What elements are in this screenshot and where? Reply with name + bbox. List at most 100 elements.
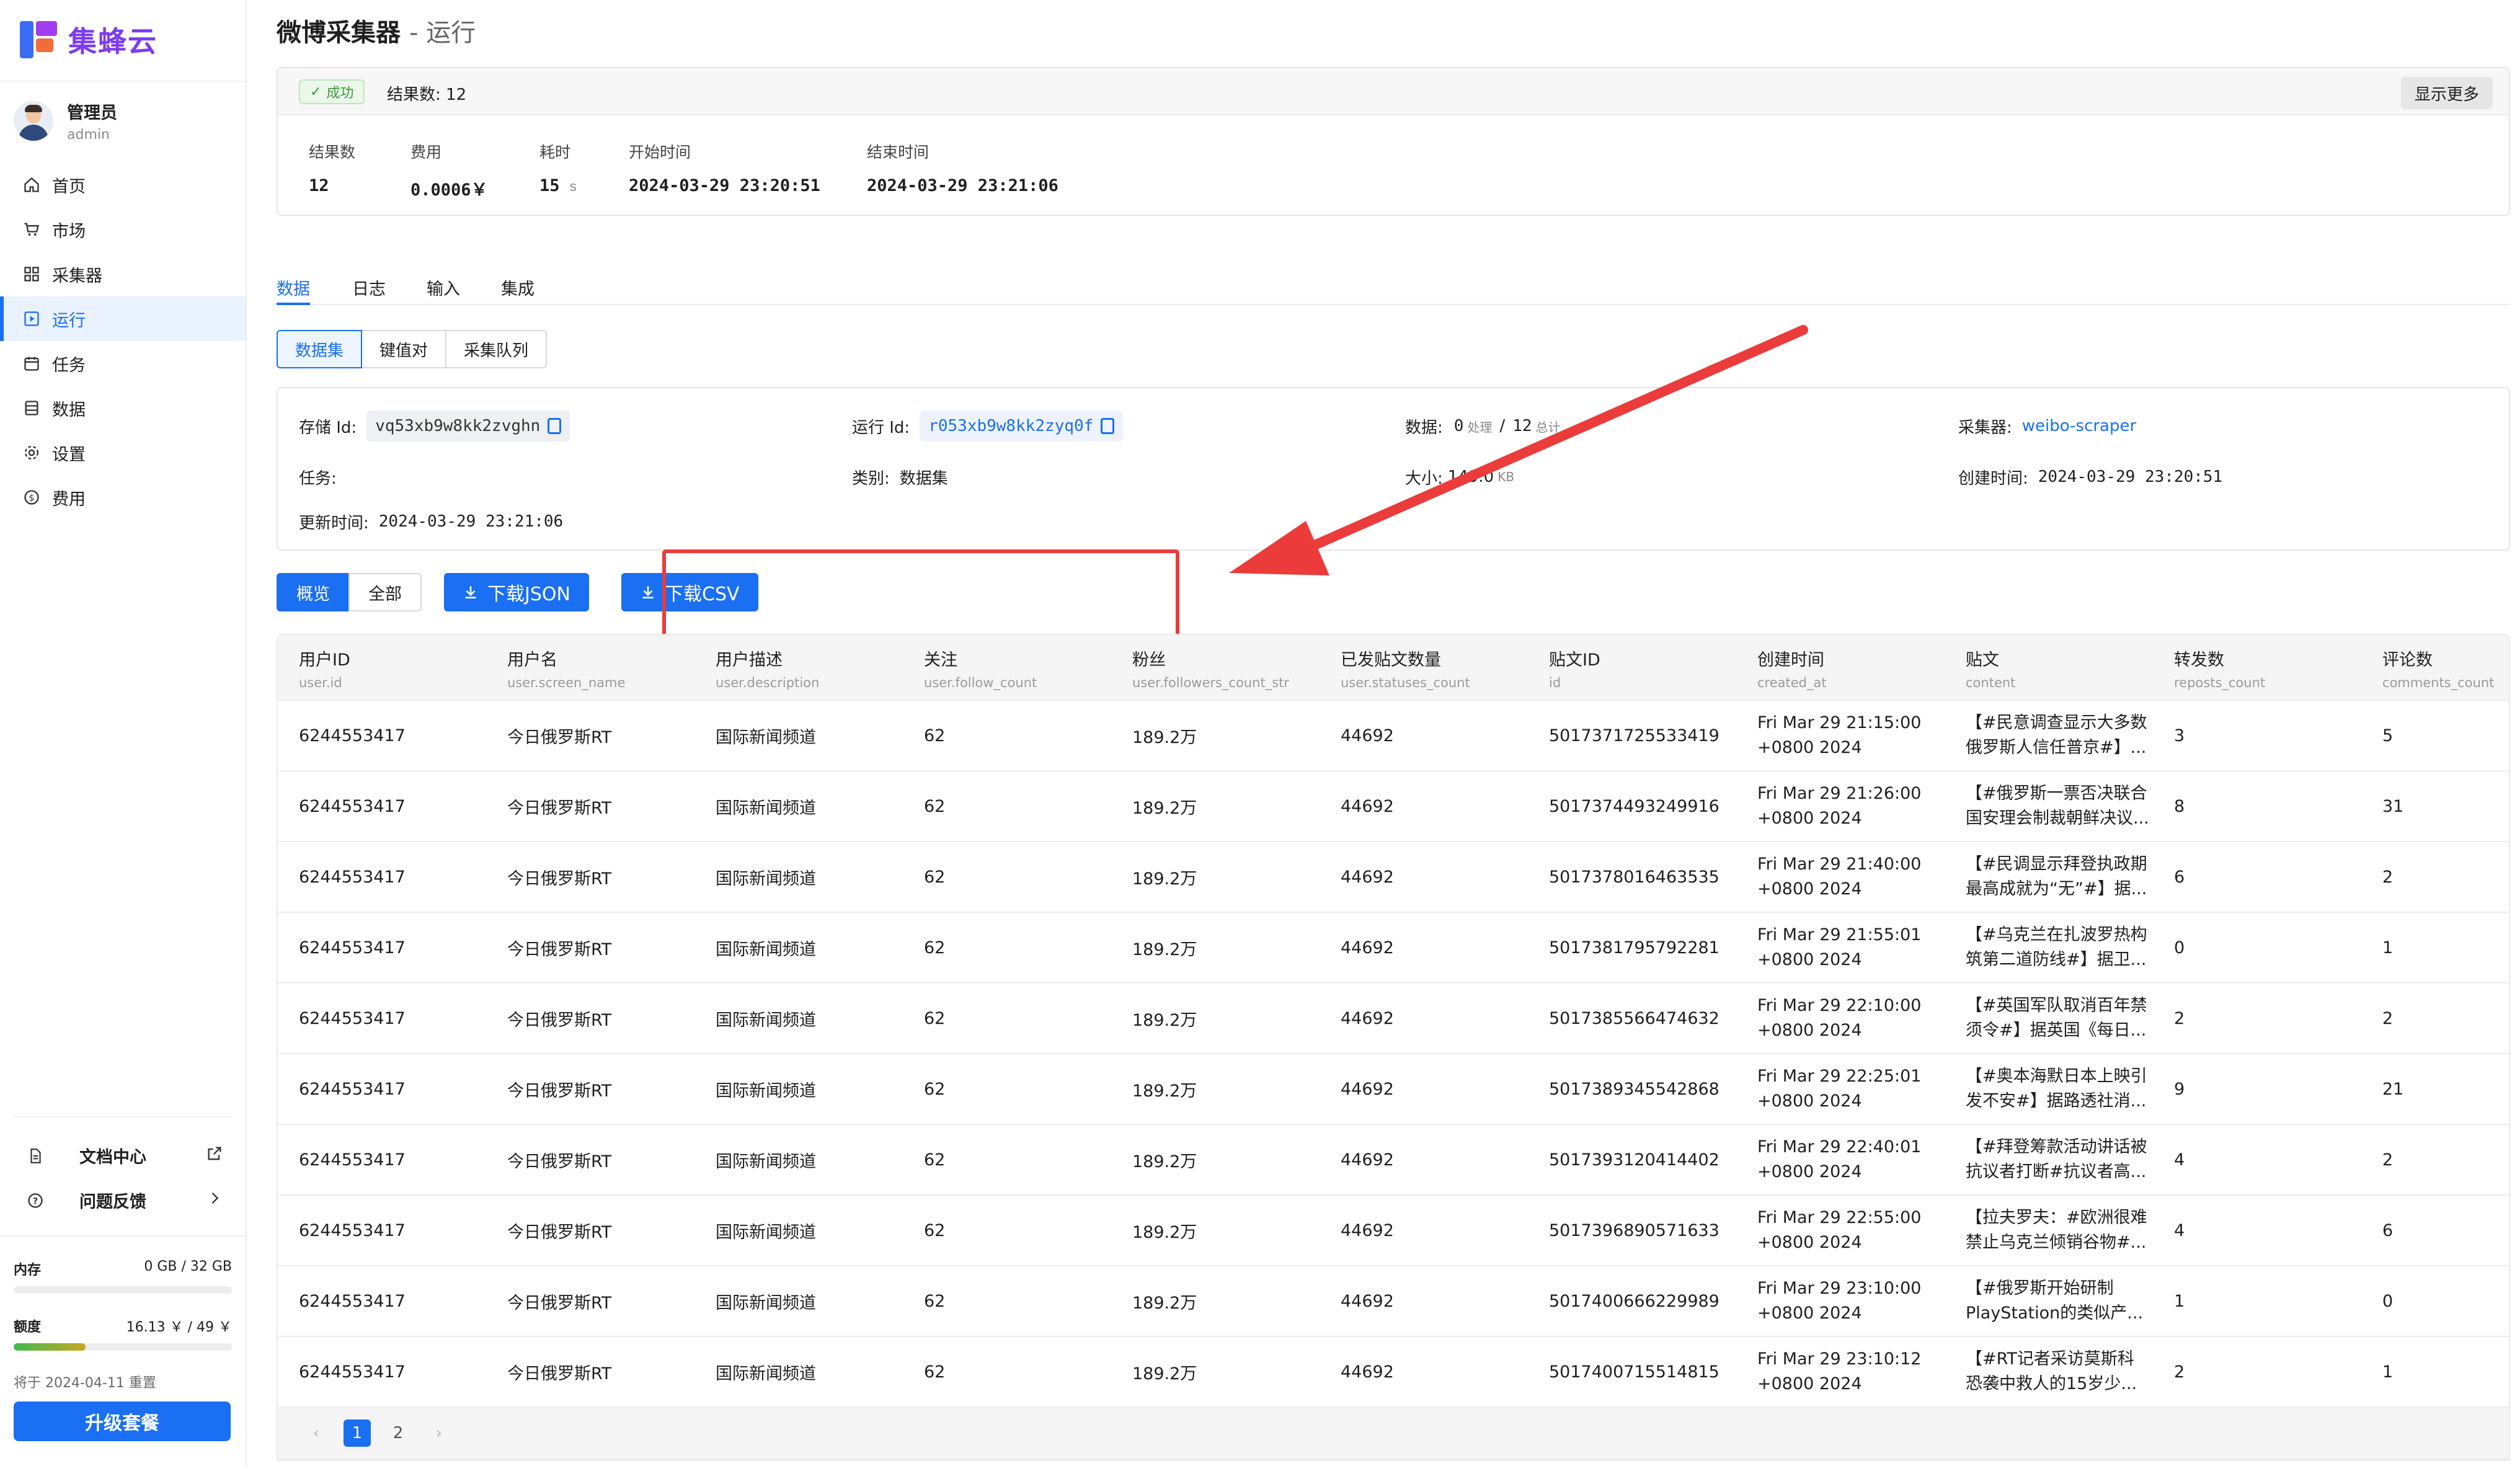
user-name: 管理员 [67, 104, 117, 123]
table-cell: 44692 [1320, 1221, 1528, 1240]
cell-text: +0800 2024 [1757, 738, 1862, 757]
table-cell: 今日俄罗斯RT [486, 1077, 694, 1101]
sidebar-item-home[interactable]: 首页 [0, 162, 246, 207]
cell-text: 恐袭中救人的15岁少... [1966, 1374, 2137, 1393]
tab-data[interactable]: 数据 [277, 275, 310, 305]
column-header[interactable]: 用户ID user.id [278, 635, 486, 700]
created-field: 创建时间: 2024-03-29 23:20:51 [1958, 461, 2222, 492]
cell-text: 今日俄罗斯RT [507, 869, 612, 889]
cell-text: 62 [924, 867, 946, 887]
sidebar-item-settings[interactable]: 设置 [0, 430, 246, 475]
table-row[interactable]: 6244553417 今日俄罗斯RT 国际新闻频道 62 189.2万 44692 5017… [278, 842, 2509, 913]
cell-text: 5017400666229989 [1549, 1291, 1719, 1311]
table-row[interactable]: 6244553417 今日俄罗斯RT 国际新闻频道 62 189.2万 44692 5017… [278, 771, 2509, 842]
copy-icon[interactable] [1101, 418, 1115, 434]
table-cell: 5 [2361, 726, 2509, 745]
table-cell: 44692 [1320, 726, 1528, 745]
run-id-chip[interactable]: r053xb9w8kk2zyq0f [920, 411, 1124, 442]
table-row[interactable]: 6244553417 今日俄罗斯RT 国际新闻频道 62 189.2万 44692 5017… [278, 1196, 2509, 1266]
copy-icon[interactable] [548, 418, 562, 434]
table-row[interactable]: 6244553417 今日俄罗斯RT 国际新闻频道 62 189.2万 44692 5017… [278, 1054, 2509, 1125]
table-row[interactable]: 6244553417 今日俄罗斯RT 国际新闻频道 62 189.2万 44692 5017… [278, 1266, 2509, 1337]
column-header[interactable]: 贴文 content [1945, 635, 2153, 700]
column-header[interactable]: 粉丝 user.followers_count_str [1111, 635, 1320, 700]
cell-text: 1 [2382, 1362, 2394, 1382]
sidebar-item-tasks[interactable]: 任务 [0, 341, 246, 386]
column-header[interactable]: 用户名 user.screen_name [486, 635, 694, 700]
column-header[interactable]: 已发贴文数量 user.statuses_count [1320, 635, 1528, 700]
tab-integration[interactable]: 集成 [501, 275, 535, 305]
table-row[interactable]: 6244553417 今日俄罗斯RT 国际新闻频道 62 189.2万 44692 5017… [278, 1125, 2509, 1196]
column-header[interactable]: 贴文ID id [1528, 635, 1736, 700]
cell-text: 62 [924, 1220, 946, 1240]
cell-text: 6244553417 [299, 1150, 406, 1170]
table-cell: 今日俄罗斯RT [486, 1219, 694, 1243]
external-link-icon [206, 1145, 223, 1166]
type-field: 类别: 数据集 [852, 461, 948, 492]
column-title: 贴文ID [1549, 651, 1600, 670]
sidebar-item-scrapers[interactable]: 采集器 [0, 252, 246, 296]
cell-text: 189.2万 [1132, 1293, 1197, 1313]
table-row[interactable]: 6244553417 今日俄罗斯RT 国际新闻频道 62 189.2万 44692 5017… [278, 1337, 2509, 1408]
table-cell: 62 [903, 1080, 1111, 1099]
table-cell: 189.2万 [1111, 1006, 1320, 1031]
pagination-prev-button[interactable]: ‹ [303, 1419, 330, 1447]
table-cell: 6244553417 [278, 726, 486, 745]
segment-key-value[interactable]: 键值对 [361, 330, 447, 368]
sidebar-item-market[interactable]: 市场 [0, 207, 246, 252]
table-row[interactable]: 6244553417 今日俄罗斯RT 国际新闻频道 62 189.2万 44692 5017… [278, 701, 2509, 771]
column-title: 用户ID [299, 651, 350, 670]
sidebar-item-runs[interactable]: 运行 [0, 296, 246, 341]
cell-text: 62 [924, 1150, 946, 1170]
docs-link[interactable]: 文档中心 [25, 1144, 223, 1168]
view-all-button[interactable]: 全部 [348, 573, 422, 611]
scraper-link[interactable]: weibo-scraper [2022, 417, 2136, 435]
table-cell: 189.2万 [1111, 724, 1320, 748]
table-cell: 9 [2153, 1080, 2361, 1099]
table-cell: 【#奥本海默日本上映引 发不安#】据路透社消... [1945, 1064, 2153, 1114]
table-cell: Fri Mar 29 23:10:00 +0800 2024 [1736, 1276, 1945, 1326]
tab-input[interactable]: 输入 [427, 275, 460, 305]
table-cell: 1 [2361, 938, 2509, 957]
cell-text: 今日俄罗斯RT [507, 1293, 612, 1313]
column-field: user.followers_count_str [1132, 675, 1290, 690]
cell-text: 8 [2174, 796, 2185, 816]
sidebar-item-data[interactable]: 数据 [0, 386, 246, 430]
pagination-next-button[interactable]: › [425, 1419, 453, 1447]
table-cell: 6244553417 [278, 1221, 486, 1240]
segment-dataset[interactable]: 数据集 [277, 330, 363, 368]
view-overview-button[interactable]: 概览 [277, 573, 350, 611]
show-more-button[interactable]: 显示更多 [2400, 77, 2493, 109]
upgrade-button[interactable]: 升级套餐 [14, 1402, 231, 1441]
table-row[interactable]: 6244553417 今日俄罗斯RT 国际新闻频道 62 189.2万 44692 5017… [278, 984, 2509, 1054]
column-header[interactable]: 用户描述 user.description [694, 635, 903, 700]
table-cell: 【#RT记者采访莫斯科 恐袭中救人的15岁少... [1945, 1347, 2153, 1397]
pagination-page-2[interactable]: 2 [384, 1419, 412, 1447]
feedback-link[interactable]: ? 问题反馈 [25, 1188, 223, 1212]
stat-label: 费用 [410, 143, 442, 161]
app-logo[interactable]: 集蜂云 [17, 19, 158, 61]
pagination-page-1[interactable]: 1 [344, 1419, 371, 1447]
user-profile[interactable]: 管理员 admin [14, 99, 117, 143]
download-json-button[interactable]: 下载JSON [444, 573, 589, 611]
table-row[interactable]: 6244553417 今日俄罗斯RT 国际新闻频道 62 189.2万 44692 5017… [278, 913, 2509, 984]
storage-id-value: vq53xb9w8kk2zvghn [375, 417, 541, 435]
table-cell: 今日俄罗斯RT [486, 724, 694, 748]
download-json-label: 下载JSON [487, 584, 570, 605]
column-header[interactable]: 关注 user.follow_count [903, 635, 1111, 700]
stat-label: 结果数 [309, 143, 356, 161]
segment-request-queue[interactable]: 采集队列 [445, 330, 548, 368]
column-header[interactable]: 评论数 comments_count [2361, 635, 2509, 700]
table-cell: 44692 [1320, 797, 1528, 816]
cell-text: 须令#】据英国《每日... [1966, 1021, 2147, 1040]
column-header[interactable]: 转发数 reposts_count [2153, 635, 2361, 700]
table-cell: 44692 [1320, 1150, 1528, 1170]
table-cell: 189.2万 [1111, 794, 1320, 819]
column-field: user.follow_count [924, 675, 1037, 690]
storage-id-chip[interactable]: vq53xb9w8kk2zvghn [366, 411, 570, 442]
column-header[interactable]: 创建时间 created_at [1736, 635, 1945, 700]
quota-value: 16.13 ￥ / 49 ￥ [126, 1320, 232, 1335]
tab-log[interactable]: 日志 [352, 275, 386, 305]
sidebar-item-billing[interactable]: $ 费用 [0, 475, 246, 520]
cart-icon [21, 219, 42, 240]
